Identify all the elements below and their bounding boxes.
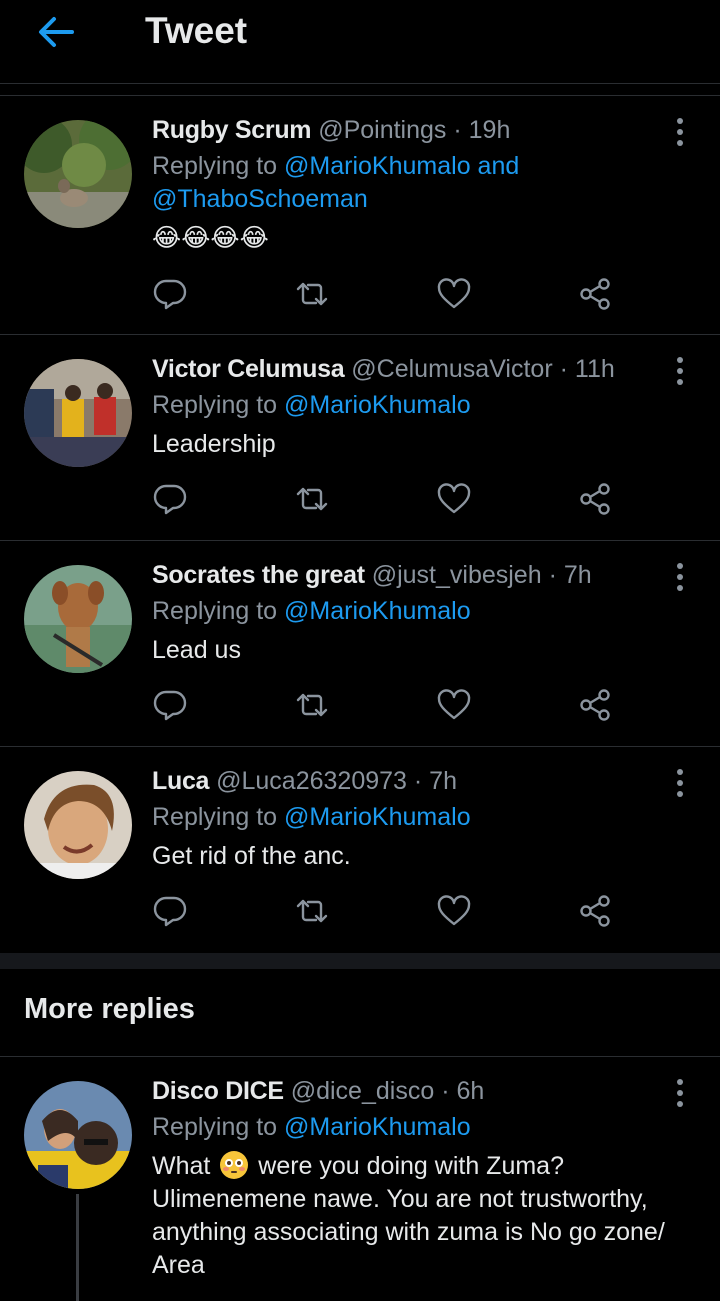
separator-dot: · xyxy=(548,561,557,589)
replying-label: Replying to xyxy=(152,1113,278,1141)
user-handle[interactable]: @Pointings xyxy=(318,116,446,144)
tweet-header: Luca @Luca26320973 · 7h xyxy=(152,765,457,797)
timestamp: 7h xyxy=(429,767,457,795)
replying-label: Replying to xyxy=(152,152,278,180)
share-icon[interactable] xyxy=(577,687,617,727)
separator-dot: · xyxy=(441,1077,450,1105)
tweet-text: Lead us xyxy=(152,636,241,664)
tweet-text-line: anything associating with zuma is No go … xyxy=(152,1218,665,1246)
tweet-header: Victor Celumusa @CelumusaVictor · 11h xyxy=(152,353,615,385)
user-handle[interactable]: @just_vibesjeh xyxy=(372,561,542,589)
page-title: Tweet xyxy=(145,10,248,51)
reply-tweet[interactable]: Rugby Scrum @Pointings · 19h Replying to… xyxy=(0,96,720,335)
replying-label: Replying to xyxy=(152,597,278,625)
more-vertical-icon[interactable] xyxy=(668,1077,692,1109)
reply-tweet[interactable]: Disco DICE @dice_disco · 6h Replying to … xyxy=(0,1057,720,1301)
timestamp: 7h xyxy=(563,561,592,589)
user-handle[interactable]: @Luca26320973 xyxy=(216,767,407,795)
retweet-icon[interactable] xyxy=(294,481,334,521)
avatar[interactable] xyxy=(24,1081,132,1189)
user-handle[interactable]: @CelumusaVictor xyxy=(351,355,552,383)
tweet-text: Get rid of the anc. xyxy=(152,842,351,870)
user-handle[interactable]: @dice_disco xyxy=(291,1077,435,1105)
mention-link[interactable]: @MarioKhumalo xyxy=(284,391,471,419)
arrow-left-icon[interactable] xyxy=(36,14,76,50)
separator-dot: · xyxy=(559,355,568,383)
tweet-text: 😂😂😂😂 xyxy=(152,222,692,255)
tweet-text-part: What xyxy=(152,1152,211,1180)
heart-icon[interactable] xyxy=(436,687,476,727)
display-name[interactable]: Disco DICE xyxy=(152,1077,284,1105)
tweet-text: What were you doing with Zuma? Ulimeneme… xyxy=(152,1150,692,1282)
timestamp: 11h xyxy=(574,355,615,383)
display-name[interactable]: Luca xyxy=(152,767,209,795)
top-app-bar: Tweet xyxy=(0,0,720,84)
replying-label: Replying to xyxy=(152,803,278,831)
more-vertical-icon[interactable] xyxy=(668,355,692,387)
more-vertical-icon[interactable] xyxy=(668,561,692,593)
heart-icon[interactable] xyxy=(436,276,476,316)
tweet-header: Disco DICE @dice_disco · 6h xyxy=(152,1075,484,1107)
tweet-actions xyxy=(152,276,632,316)
separator-dot: · xyxy=(413,767,423,795)
more-replies-heading: More replies xyxy=(24,993,195,1025)
heart-icon[interactable] xyxy=(436,481,476,521)
mention-link[interactable]: @MarioKhumalo xyxy=(284,152,471,180)
more-vertical-icon[interactable] xyxy=(668,767,692,799)
timestamp: 6h xyxy=(456,1077,485,1105)
tweet-text-line: Ulimenemene nawe. You are not trustworth… xyxy=(152,1185,648,1213)
more-vertical-icon[interactable] xyxy=(668,116,692,148)
and-word: and xyxy=(477,152,520,180)
tweet-text-line: Area xyxy=(152,1251,205,1279)
reply-tweet[interactable]: Luca @Luca26320973 · 7h Replying to @Mar… xyxy=(0,747,720,953)
tweet-text-part: were you doing with Zuma? xyxy=(258,1152,564,1180)
replying-to: Replying to @MarioKhumalo xyxy=(152,1111,672,1144)
replying-to: Replying to @MarioKhumalo and @ThaboScho… xyxy=(152,150,672,216)
replying-to: Replying to @MarioKhumalo xyxy=(152,389,672,422)
avatar[interactable] xyxy=(24,359,132,467)
mention-link[interactable]: @MarioKhumalo xyxy=(284,803,471,831)
reply-icon[interactable] xyxy=(152,893,192,933)
timestamp: 19h xyxy=(468,116,511,144)
reply-icon[interactable] xyxy=(152,481,192,521)
tweet-header: Socrates the great @just_vibesjeh · 7h xyxy=(152,559,592,591)
tweet-header: Rugby Scrum @Pointings · 19h xyxy=(152,114,510,146)
mention-link[interactable]: @MarioKhumalo xyxy=(284,1113,471,1141)
section-divider xyxy=(0,953,720,969)
tweet-text: Leadership xyxy=(152,430,276,458)
retweet-icon[interactable] xyxy=(294,276,334,316)
mention-link[interactable]: @ThaboSchoeman xyxy=(152,185,368,213)
mention-link[interactable]: @MarioKhumalo xyxy=(284,597,471,625)
retweet-icon[interactable] xyxy=(294,893,334,933)
display-name[interactable]: Rugby Scrum xyxy=(152,116,312,144)
replying-to: Replying to @MarioKhumalo xyxy=(152,801,672,834)
reply-icon[interactable] xyxy=(152,276,192,316)
replying-label: Replying to xyxy=(152,391,278,419)
tweet-actions xyxy=(152,481,632,521)
share-icon[interactable] xyxy=(577,481,617,521)
share-icon[interactable] xyxy=(577,893,617,933)
tweet-actions xyxy=(152,687,632,727)
replying-to: Replying to @MarioKhumalo xyxy=(152,595,672,628)
reply-tweet[interactable]: Socrates the great @just_vibesjeh · 7h R… xyxy=(0,541,720,747)
tweet-actions xyxy=(152,893,632,933)
heart-icon[interactable] xyxy=(436,893,476,933)
display-name[interactable]: Socrates the great xyxy=(152,561,365,589)
retweet-icon[interactable] xyxy=(294,687,334,727)
avatar[interactable] xyxy=(24,771,132,879)
laughing-emoji: 😂😂😂😂 xyxy=(152,224,269,252)
flushed-face-emoji xyxy=(219,1150,249,1180)
separator-dot: · xyxy=(453,116,462,144)
avatar[interactable] xyxy=(24,565,132,673)
avatar[interactable] xyxy=(24,120,132,228)
thread-connector-line xyxy=(76,1194,79,1301)
display-name[interactable]: Victor Celumusa xyxy=(152,355,345,383)
reply-icon[interactable] xyxy=(152,687,192,727)
reply-tweet[interactable]: Victor Celumusa @CelumusaVictor · 11h Re… xyxy=(0,335,720,541)
share-icon[interactable] xyxy=(577,276,617,316)
